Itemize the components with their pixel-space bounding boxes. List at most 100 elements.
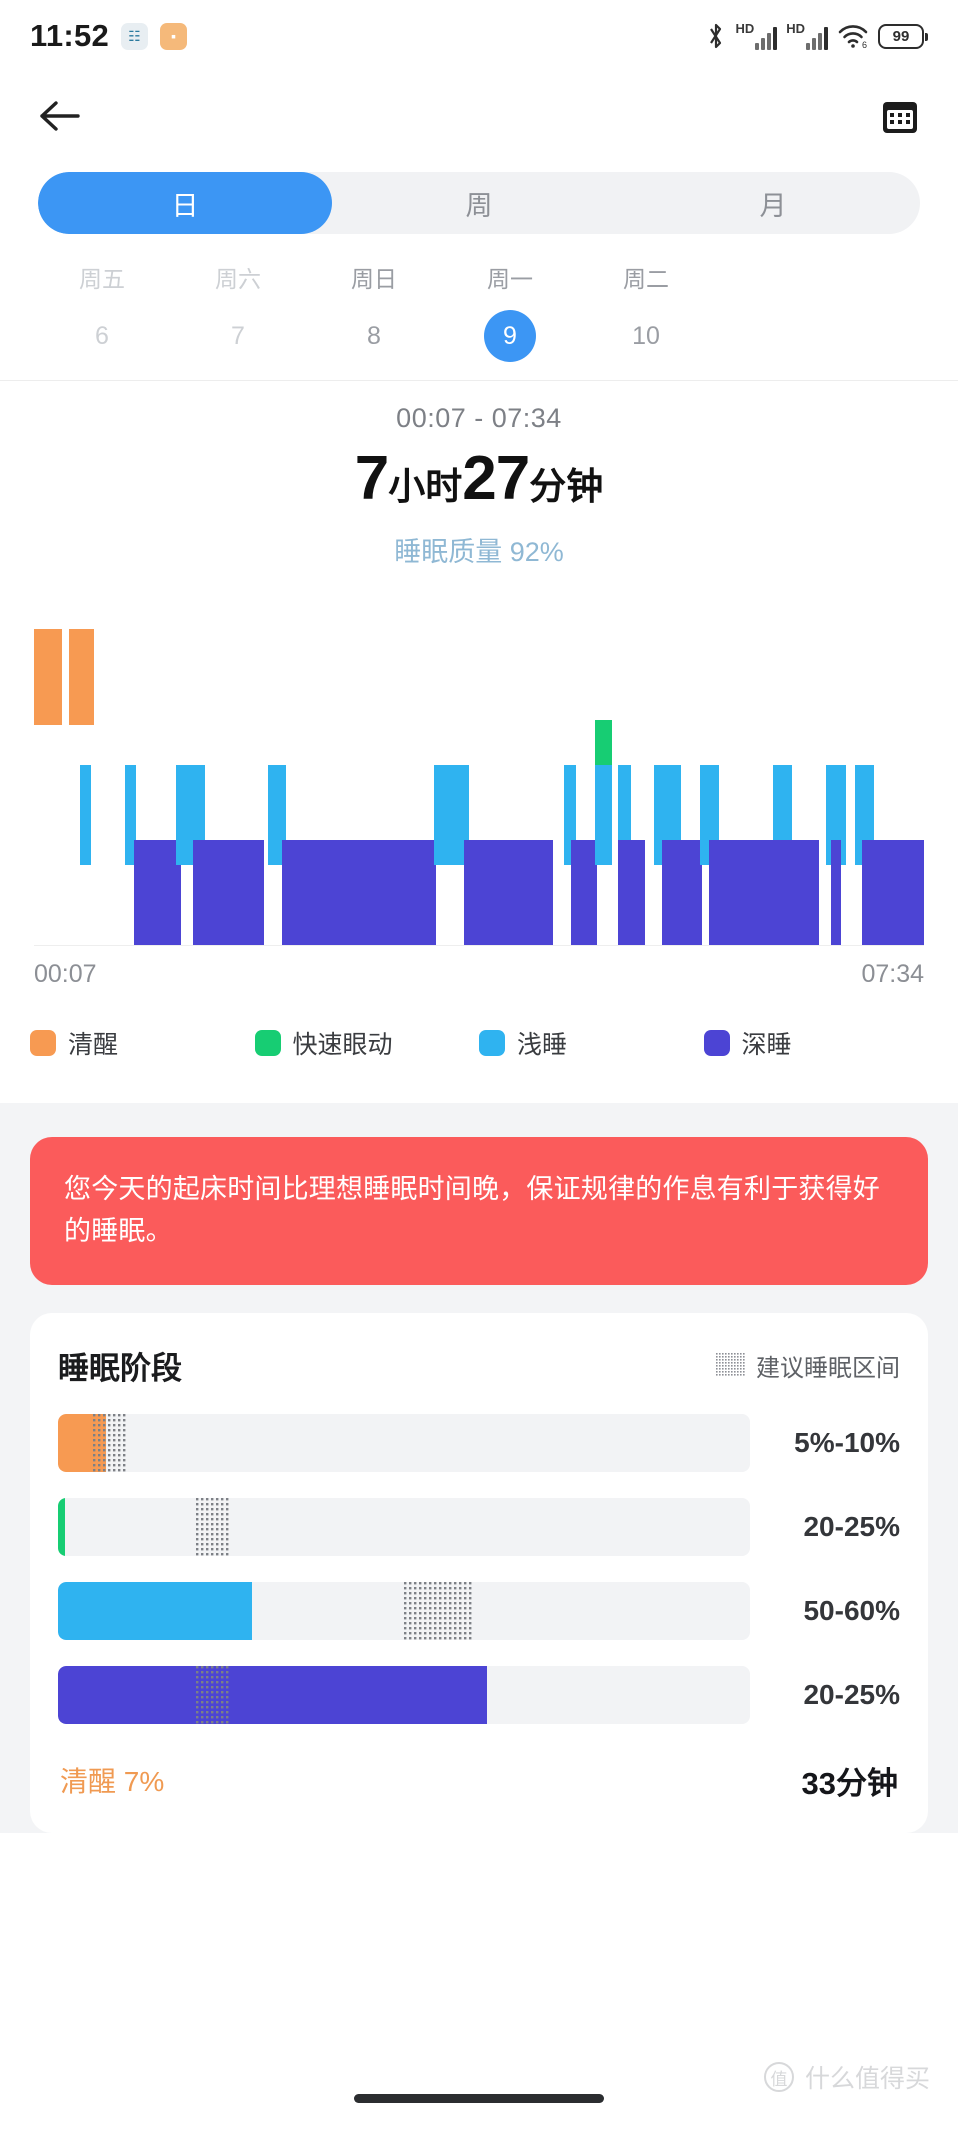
date-number: 6 — [95, 321, 109, 350]
legend-item-awake: 清醒 — [30, 1025, 255, 1061]
legend-swatch-awake — [30, 1030, 56, 1056]
legend-swatch-deep — [703, 1030, 730, 1056]
status-bar: 11:52 ☷ ▪ HD HD 6 99 — [0, 0, 958, 72]
stage-fill-light — [58, 1581, 252, 1640]
stage-track-awake — [58, 1413, 750, 1472]
date-number: 10 — [632, 321, 660, 350]
stage-track-light — [58, 1581, 750, 1640]
hypnogram-segment-light — [80, 765, 91, 865]
status-bar-left: 11:52 ☷ ▪ — [30, 18, 188, 54]
svg-text:6: 6 — [862, 40, 867, 49]
period-tabs: 日周月 — [0, 164, 958, 234]
hypnogram-segment-deep — [617, 840, 645, 945]
footer-stage-pct: 7% — [123, 1766, 165, 1798]
signal-2-icon: HD — [786, 22, 828, 50]
sleep-summary: 00:07 - 07:34 7小时27分钟 睡眠质量 92% — [0, 381, 958, 575]
sleep-quality: 睡眠质量 92% — [0, 530, 958, 569]
nfc-icon: ☷ — [121, 22, 149, 50]
hypnogram-segment-deep — [708, 840, 773, 945]
sleep-quality-value: 92% — [509, 537, 564, 567]
lower-section: 您今天的起床时间比理想睡眠时间晚，保证规律的作息有利于获得好的睡眠。 睡眠阶段 … — [0, 1103, 958, 1833]
stage-range-label-light: 50-60% — [803, 1594, 900, 1626]
date-number: 7 — [231, 321, 245, 350]
legend-swatch-light — [479, 1030, 505, 1056]
hypnogram-segment-deep — [772, 840, 819, 945]
status-bar-right: HD HD 6 99 — [706, 22, 928, 50]
period-tab-group: 日周月 — [38, 172, 920, 234]
hypnogram-segment-deep — [662, 840, 703, 945]
footer-stage-summary: 清醒 7% — [60, 1760, 164, 1800]
date-weekday: 周六 — [215, 266, 261, 292]
period-tab-2[interactable]: 月 — [626, 172, 920, 234]
sleep-time-range: 00:07 - 07:34 — [396, 403, 562, 433]
bluetooth-icon — [706, 22, 726, 50]
hypnogram-plot — [34, 615, 924, 945]
legend-label-awake: 清醒 — [68, 1031, 119, 1059]
stage-row-light: 50-60% — [58, 1581, 900, 1640]
sleep-stage-rows: 5%-10% 20-25% 50-60% 20-25% — [58, 1413, 900, 1724]
stage-range-label-awake: 5%-10% — [794, 1426, 900, 1458]
period-tab-1[interactable]: 周 — [332, 172, 626, 234]
hypnogram-chart — [0, 575, 958, 945]
duration-minutes-unit: 分钟 — [529, 466, 604, 507]
date-weekday: 周一 — [487, 266, 533, 292]
stage-row-rem: 20-25% — [58, 1497, 900, 1556]
date-cell-7[interactable]: 周六 7 — [170, 260, 306, 362]
message-icon: ▪ — [160, 22, 188, 50]
dotted-pattern-icon — [716, 1353, 746, 1378]
period-tab-0[interactable]: 日 — [38, 172, 332, 234]
hypnogram-segment-awake — [68, 629, 94, 725]
hypnogram-segment-light — [594, 765, 613, 865]
legend-item-light: 浅睡 — [479, 1025, 704, 1061]
date-cell-8[interactable]: 周日 8 — [306, 260, 442, 362]
sleep-duration: 7小时27分钟 — [0, 448, 958, 510]
date-weekday: 周五 — [79, 266, 125, 292]
calendar-icon[interactable] — [880, 96, 920, 141]
date-cell-6[interactable]: 周五 6 — [34, 260, 170, 362]
advice-card: 您今天的起床时间比理想睡眠时间晚，保证规律的作息有利于获得好的睡眠。 — [30, 1137, 928, 1285]
legend-swatch-rem — [254, 1030, 281, 1056]
sleep-quality-label: 睡眠质量 — [394, 537, 503, 567]
duration-hours-unit: 小时 — [388, 466, 463, 507]
stage-range-label-deep: 20-25% — [803, 1678, 900, 1710]
date-cell-9[interactable]: 周一 9 — [442, 260, 578, 362]
date-cell-10[interactable]: 周二 10 — [578, 260, 714, 362]
sleep-stages-title: 睡眠阶段 — [58, 1350, 182, 1386]
axis-label-start: 00:07 — [34, 960, 97, 988]
recommended-range-label: 建议睡眠区间 — [756, 1354, 900, 1382]
sleep-stage-totals: 清醒 7% 33分钟 — [58, 1724, 900, 1833]
recommended-range-legend: 建议睡眠区间 — [716, 1348, 900, 1383]
wifi-icon: 6 — [837, 23, 869, 49]
axis-label-end: 07:34 — [861, 960, 924, 988]
hypnogram-segment-deep — [570, 840, 598, 945]
sleep-stages-header: 睡眠阶段 建议睡眠区间 — [58, 1343, 900, 1388]
advice-text: 您今天的起床时间比理想睡眠时间晚，保证规律的作息有利于获得好的睡眠。 — [64, 1174, 880, 1246]
legend-item-rem: 快速眼动 — [254, 1025, 480, 1061]
date-number: 9 — [484, 310, 536, 362]
hypnogram-segment-awake — [34, 629, 63, 725]
home-indicator[interactable] — [354, 2094, 604, 2103]
signal-1-icon: HD — [735, 22, 778, 50]
hypnogram-segment-deep — [463, 840, 553, 945]
stage-recommended-zone-light — [404, 1581, 474, 1640]
watermark-badge-icon: 值 — [763, 2062, 794, 2092]
date-weekday: 周二 — [623, 266, 669, 292]
hypnogram-axis: 00:07 07:34 — [0, 946, 958, 989]
footer-stage-duration: 33分钟 — [801, 1765, 898, 1801]
stage-recommended-zone-deep — [196, 1665, 231, 1724]
battery-icon: 99 — [878, 23, 928, 49]
nav-bar — [0, 72, 958, 164]
legend-item-deep: 深睡 — [703, 1025, 929, 1061]
watermark: 值 什么值得买 — [763, 2059, 930, 2095]
back-arrow-icon[interactable] — [36, 98, 80, 139]
footer-stage-name: 清醒 — [60, 1766, 117, 1798]
stage-recommended-zone-rem — [196, 1497, 231, 1556]
sleep-stages-card: 睡眠阶段 建议睡眠区间 5%-10% 20-25% 50-60% 20-25% — [30, 1312, 928, 1833]
date-strip: 周五 6 周六 7 周日 8 周一 9 周二 10 — [0, 234, 958, 381]
stage-recommended-zone-awake — [92, 1413, 128, 1472]
hypnogram-legend: 清醒 快速眼动 浅睡 深睡 — [0, 989, 958, 1061]
stage-row-deep: 20-25% — [58, 1665, 900, 1724]
hypnogram-segment-deep — [193, 840, 265, 945]
hypnogram-segment-deep — [831, 840, 842, 945]
date-number: 8 — [367, 321, 381, 350]
